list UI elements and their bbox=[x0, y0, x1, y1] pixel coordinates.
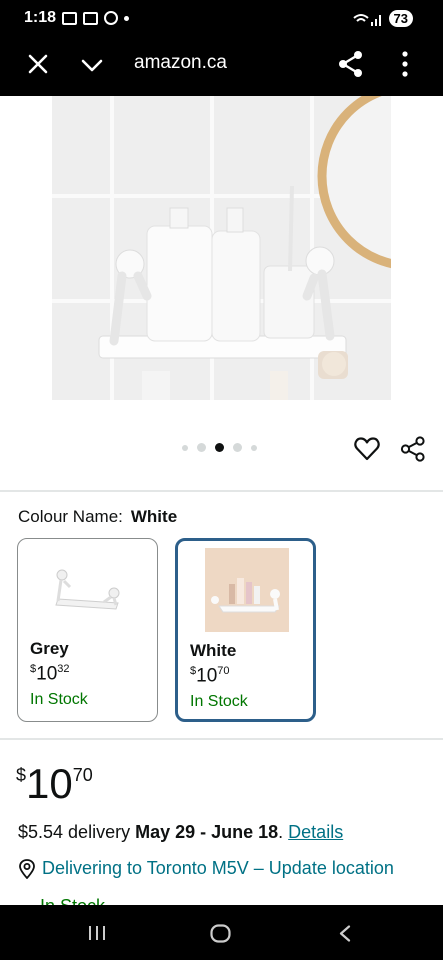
swatch-stock-status: In Stock bbox=[30, 691, 88, 708]
swatch-price: $1032 bbox=[30, 663, 70, 685]
status-bar: 1:18 73 bbox=[0, 0, 443, 36]
wifi-signal-icon bbox=[352, 13, 381, 26]
product-price: $1070 bbox=[16, 760, 93, 807]
swatch-thumbnail-image bbox=[46, 547, 130, 631]
delivery-dates: May 29 - June 18 bbox=[135, 822, 279, 842]
recent-apps-icon[interactable] bbox=[87, 925, 107, 941]
section-divider bbox=[0, 490, 443, 492]
swatch-name: White bbox=[190, 641, 237, 660]
back-icon[interactable] bbox=[338, 925, 352, 942]
details-link[interactable]: Details bbox=[288, 822, 343, 842]
notification-icons bbox=[62, 11, 129, 25]
screenshot-icon bbox=[62, 11, 77, 25]
section-divider bbox=[0, 738, 443, 740]
carousel-dot[interactable] bbox=[233, 443, 242, 452]
delivery-location-link[interactable]: Delivering to Toronto M5V – Update locat… bbox=[18, 858, 394, 879]
colour-name-value: White bbox=[130, 507, 178, 526]
system-icons: 73 bbox=[352, 10, 413, 27]
carousel-dot[interactable] bbox=[251, 444, 257, 451]
colour-name-label: Colour Name: White bbox=[18, 507, 177, 527]
chevron-down-icon[interactable] bbox=[80, 53, 104, 77]
gallery-icon bbox=[83, 11, 98, 25]
share-icon[interactable] bbox=[400, 436, 426, 462]
carousel-dot[interactable] bbox=[182, 444, 188, 451]
browser-toolbar: amazon.ca bbox=[0, 36, 443, 96]
colour-swatch-white[interactable]: White $1070 In Stock bbox=[175, 538, 316, 722]
close-icon[interactable] bbox=[26, 52, 50, 76]
location-pin-icon bbox=[19, 858, 35, 879]
battery-icon: 73 bbox=[388, 10, 413, 27]
colour-name-caption: Colour Name: bbox=[18, 507, 123, 526]
swatch-name: Grey bbox=[30, 639, 69, 658]
carousel-dot-active[interactable] bbox=[215, 443, 224, 452]
delivery-info: $5.54 delivery May 29 - June 18. Details bbox=[18, 822, 344, 842]
carousel-dot[interactable] bbox=[197, 443, 206, 452]
status-time: 1:18 bbox=[24, 9, 57, 26]
home-icon[interactable] bbox=[210, 924, 231, 943]
image-carousel-indicator bbox=[182, 443, 257, 452]
url-text[interactable]: amazon.ca bbox=[134, 52, 227, 74]
swatch-stock-status: In Stock bbox=[190, 693, 248, 710]
heart-icon[interactable] bbox=[354, 436, 380, 462]
system-navigation-bar bbox=[0, 905, 443, 960]
more-options-icon[interactable] bbox=[398, 50, 412, 78]
more-notifications-dot-icon bbox=[124, 15, 129, 21]
swatch-price: $1070 bbox=[190, 665, 230, 687]
product-image[interactable] bbox=[52, 96, 391, 400]
share-icon[interactable] bbox=[338, 50, 364, 78]
swatch-thumbnail-image bbox=[205, 548, 289, 632]
messenger-icon bbox=[104, 11, 118, 25]
colour-swatch-grey[interactable]: Grey $1032 In Stock bbox=[17, 538, 158, 722]
